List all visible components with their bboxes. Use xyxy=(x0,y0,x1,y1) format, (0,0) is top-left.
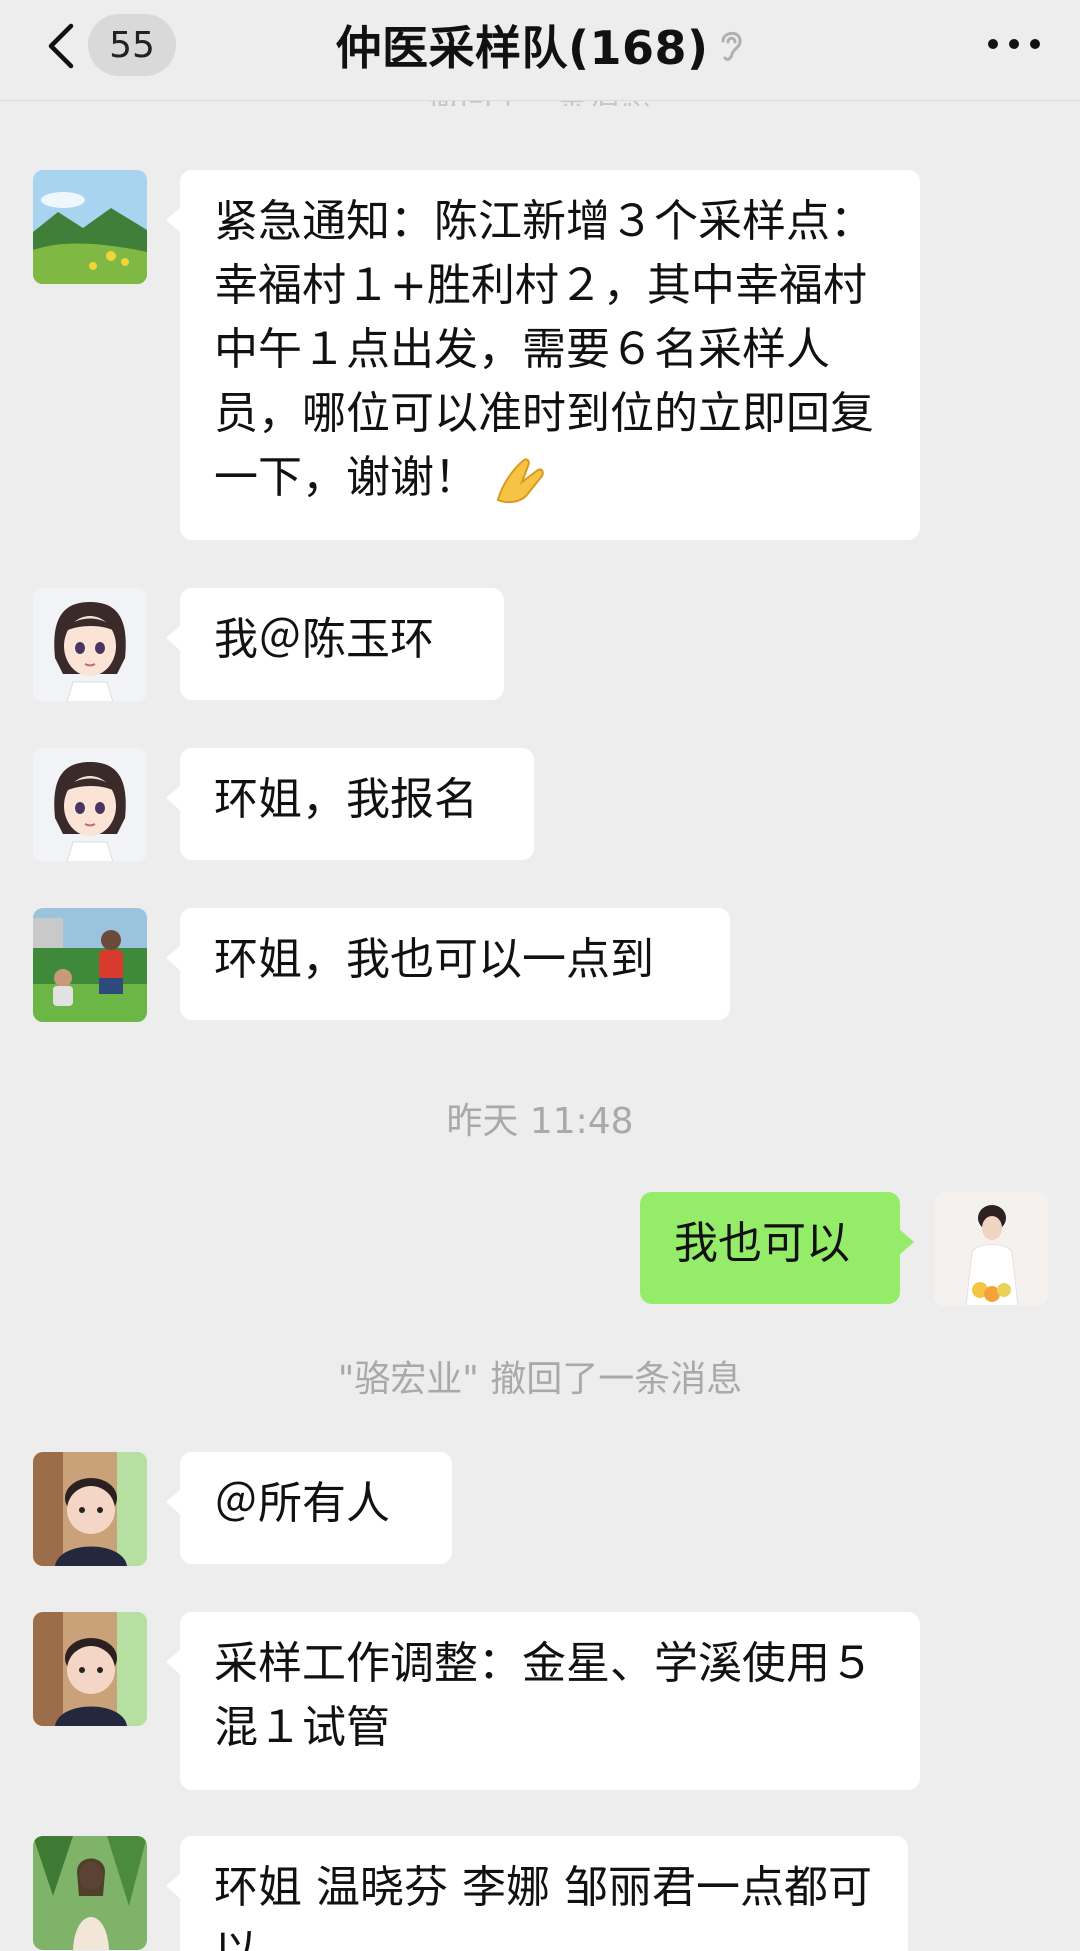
message-bubble-own[interactable]: 我也可以 xyxy=(640,1192,914,1304)
back-button[interactable] xyxy=(40,18,80,74)
message-row-own: 我也可以 xyxy=(0,1192,1080,1312)
message-bubble[interactable]: 环姐，我也可以一点到 xyxy=(166,908,730,1020)
folded-hands-emoji-icon xyxy=(496,458,544,504)
bride-avatar-image xyxy=(934,1192,1048,1306)
avatar[interactable] xyxy=(33,908,147,1022)
chevron-left-icon xyxy=(48,23,74,69)
avatar[interactable] xyxy=(33,748,147,862)
message-text: ＠所有人 xyxy=(214,1478,390,1529)
message-text: 我也可以 xyxy=(674,1218,850,1269)
woman-outdoor-avatar-image xyxy=(33,1836,147,1950)
message-row: 我＠陈玉环 xyxy=(0,588,1080,708)
more-options-button[interactable] xyxy=(980,16,1048,72)
message-row: 采样工作调整：金星、学溪使用５混１试管 xyxy=(0,1612,1080,1792)
landscape-avatar-image xyxy=(33,170,147,284)
baby-avatar-image xyxy=(33,1612,147,1726)
avatar[interactable] xyxy=(33,170,147,284)
message-bubble[interactable]: 紧急通知：陈江新增３个采样点：幸福村１+胜利村２，其中幸福村中午１点出发，需要６… xyxy=(166,170,920,540)
chat-title-area[interactable]: 仲医采样队(168) xyxy=(240,14,840,76)
message-text: 环姐，我报名 xyxy=(214,774,478,825)
message-bubble[interactable]: 采样工作调整：金星、学溪使用５混１试管 xyxy=(166,1612,920,1790)
unread-count-badge[interactable]: 55 xyxy=(88,14,176,76)
recall-notice: "骆宏业" 撤回了一条消息 xyxy=(337,1359,743,1400)
message-row: 环姐，我也可以一点到 xyxy=(0,908,1080,1028)
message-row: ＠所有人 xyxy=(0,1452,1080,1572)
cartoon-girl-avatar-image xyxy=(33,748,147,862)
cartoon-girl-avatar-image xyxy=(33,588,147,702)
avatar[interactable] xyxy=(33,1836,147,1950)
message-bubble[interactable]: 我＠陈玉环 xyxy=(166,588,504,700)
ear-icon xyxy=(721,31,742,61)
message-row: 环姐，我报名 xyxy=(0,748,1080,868)
message-text: 环姐，我也可以一点到 xyxy=(214,934,654,985)
chat-header: 55 仲医采样队(168) xyxy=(0,0,1080,101)
chat-title: 仲医采样队(168) xyxy=(335,21,709,75)
baby-avatar-image xyxy=(33,1452,147,1566)
message-bubble[interactable]: 环姐 温晓芬 李娜 邹丽君一点都可以 xyxy=(166,1836,908,1951)
avatar[interactable] xyxy=(33,588,147,702)
message-row: 环姐 温晓芬 李娜 邹丽君一点都可以 xyxy=(0,1836,1080,1951)
children-playing-avatar-image xyxy=(33,908,147,1022)
message-bubble[interactable]: ＠所有人 xyxy=(166,1452,452,1564)
avatar[interactable] xyxy=(33,1452,147,1566)
message-bubble[interactable]: 环姐，我报名 xyxy=(166,748,534,860)
message-text: 采样工作调整：金星、学溪使用５混１试管 xyxy=(214,1638,874,1753)
message-text: 环姐 温晓芬 李娜 邹丽君一点都可以 xyxy=(214,1862,872,1951)
time-divider: 昨天 11:48 xyxy=(446,1101,634,1142)
more-icon xyxy=(988,39,1040,49)
own-avatar[interactable] xyxy=(934,1192,1048,1306)
message-row: 紧急通知：陈江新增３个采样点：幸福村１+胜利村２，其中幸福村中午１点出发，需要６… xyxy=(0,170,1080,550)
message-text: 我＠陈玉环 xyxy=(214,614,434,665)
avatar[interactable] xyxy=(33,1612,147,1726)
